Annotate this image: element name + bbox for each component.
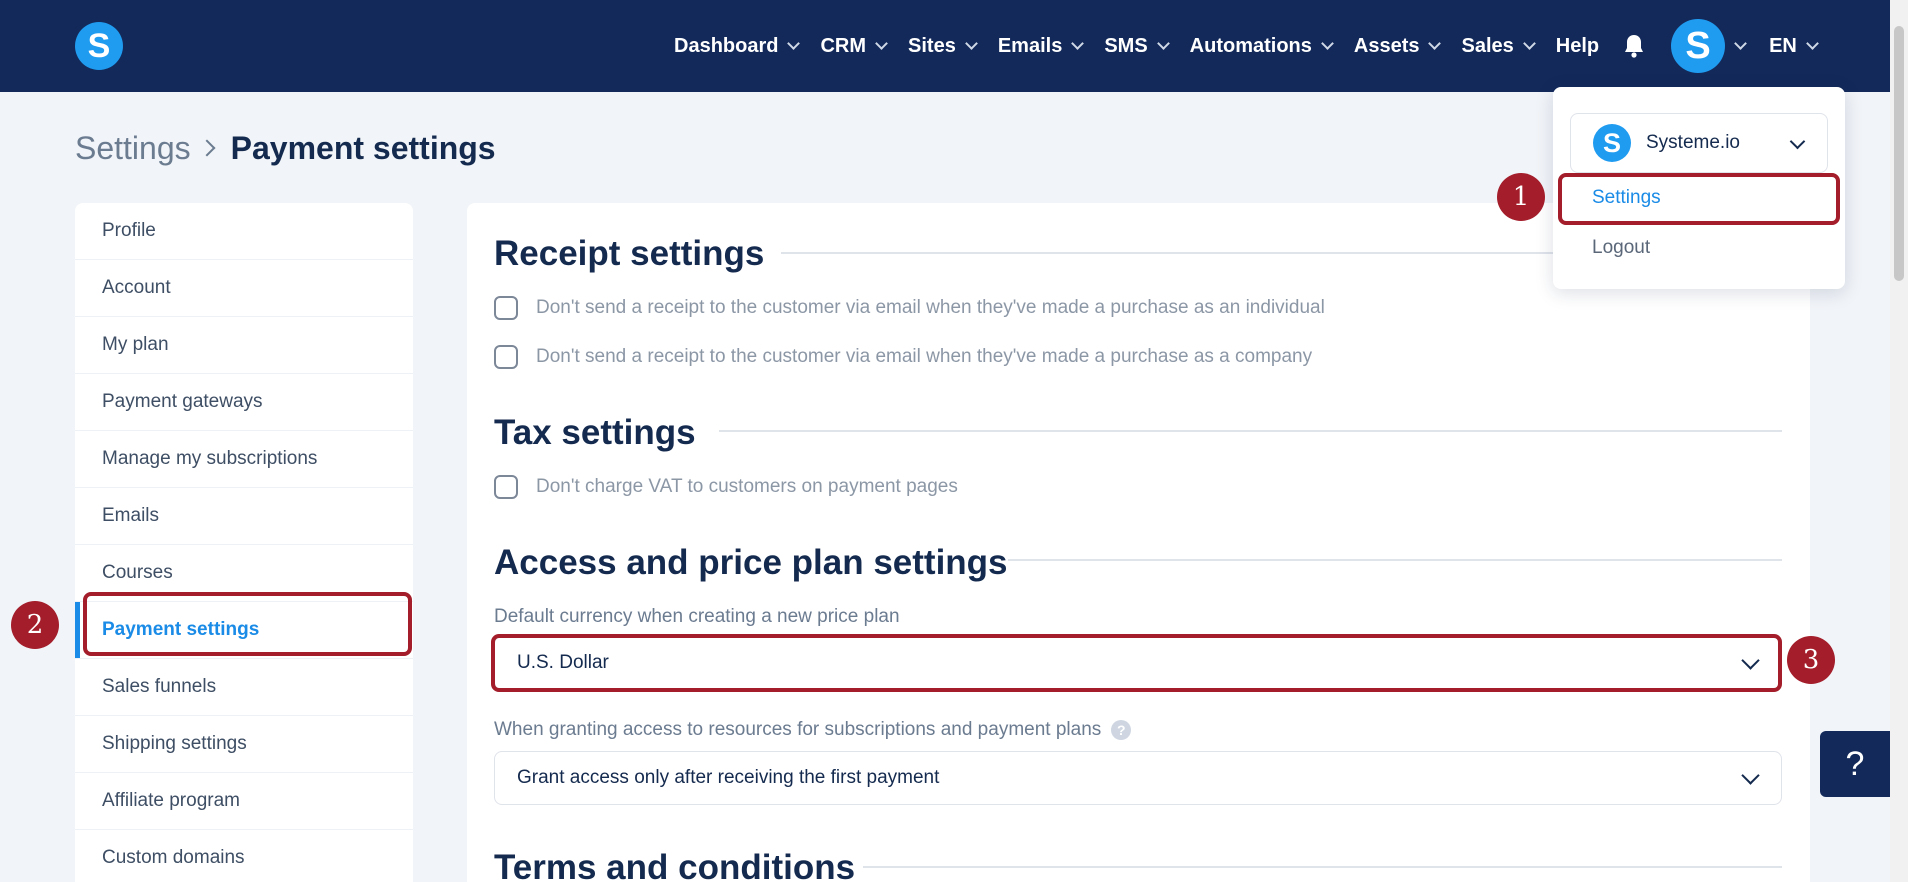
language-label: EN bbox=[1769, 34, 1797, 57]
sidebar-item-account[interactable]: Account bbox=[75, 260, 413, 317]
receipt-company-checkbox[interactable] bbox=[494, 345, 518, 369]
nav-item-emails[interactable]: Emails bbox=[997, 34, 1085, 58]
page-scrollbar[interactable] bbox=[1890, 0, 1908, 882]
nav-item-sites[interactable]: Sites bbox=[908, 34, 978, 58]
grant-access-label: When granting access to resources for su… bbox=[494, 719, 1132, 741]
chevron-down-icon bbox=[787, 37, 801, 50]
highlight-payment-settings bbox=[83, 592, 412, 656]
grant-access-select[interactable]: Grant access only after receiving the fi… bbox=[494, 751, 1782, 805]
divider bbox=[1008, 559, 1782, 561]
nav-item-label: Dashboard bbox=[674, 34, 779, 57]
nav-item-label: SMS bbox=[1104, 34, 1148, 57]
highlight-currency-select bbox=[491, 634, 1782, 692]
workspace-name: Systeme.io bbox=[1646, 132, 1740, 153]
systeme-logo[interactable]: S bbox=[75, 22, 123, 70]
nav-item-sms[interactable]: SMS bbox=[1104, 34, 1170, 58]
chevron-down-icon bbox=[1734, 37, 1747, 50]
nav-item-crm[interactable]: CRM bbox=[820, 34, 888, 58]
sidebar-item-custom-domains[interactable]: Custom domains bbox=[75, 830, 413, 882]
nav-item-label: CRM bbox=[820, 34, 867, 57]
bell-icon[interactable] bbox=[1623, 34, 1645, 58]
receipt-individual-option[interactable]: Don't send a receipt to the customer via… bbox=[494, 296, 1325, 320]
nav-item-label: Sales bbox=[1461, 34, 1514, 57]
top-navigation-bar: S Dashboard CRM Sites Emails SMS Automations A… bbox=[0, 0, 1908, 92]
chevron-down-icon bbox=[875, 37, 888, 50]
chevron-down-icon bbox=[1428, 37, 1442, 50]
sidebar-item-profile[interactable]: Profile bbox=[75, 203, 413, 260]
menu-item-logout[interactable]: Logout bbox=[1592, 237, 1650, 259]
chevron-down-icon bbox=[1789, 133, 1806, 150]
workspace-logo: S bbox=[1593, 124, 1631, 162]
vat-checkbox[interactable] bbox=[494, 475, 518, 499]
chevron-down-icon bbox=[1321, 37, 1334, 50]
workspace-selector[interactable]: S Systeme.io bbox=[1570, 113, 1828, 173]
tax-settings-heading: Tax settings bbox=[494, 413, 696, 452]
scrollbar-thumb[interactable] bbox=[1894, 26, 1904, 281]
nav-item-label: Automations bbox=[1189, 34, 1312, 57]
step-badge-1: 1 bbox=[1497, 173, 1545, 221]
highlight-settings bbox=[1558, 173, 1840, 225]
user-menu-toggle[interactable]: S bbox=[1671, 19, 1747, 73]
grant-access-value: Grant access only after receiving the fi… bbox=[517, 767, 940, 788]
nav-item-label: Emails bbox=[997, 34, 1063, 57]
divider bbox=[863, 866, 1782, 868]
step-badge-2: 2 bbox=[11, 601, 59, 649]
nav-item-assets[interactable]: Assets bbox=[1353, 34, 1442, 58]
nav-item-automations[interactable]: Automations bbox=[1189, 34, 1334, 58]
nav-item-help[interactable]: Help bbox=[1556, 35, 1599, 58]
settings-sidebar: Profile Account My plan Payment gateways Man… bbox=[75, 203, 413, 882]
chevron-down-icon bbox=[1806, 37, 1819, 50]
sidebar-item-emails[interactable]: Emails bbox=[75, 488, 413, 545]
chevron-down-icon bbox=[1071, 37, 1085, 50]
chevron-down-icon bbox=[1741, 766, 1760, 785]
nav-item-dashboard[interactable]: Dashboard bbox=[674, 34, 801, 58]
step-badge-3: 3 bbox=[1787, 636, 1835, 684]
grant-access-label-text: When granting access to resources for su… bbox=[494, 719, 1102, 740]
nav-item-sales[interactable]: Sales bbox=[1461, 34, 1536, 58]
receipt-settings-heading: Receipt settings bbox=[494, 234, 765, 273]
checkbox-label: Don't charge VAT to customers on payment… bbox=[536, 476, 958, 497]
breadcrumb-settings-link[interactable]: Settings bbox=[75, 130, 191, 167]
chevron-down-icon bbox=[964, 37, 978, 50]
language-selector[interactable]: EN bbox=[1769, 34, 1819, 58]
main-nav: Dashboard CRM Sites Emails SMS Automations Ass… bbox=[674, 19, 1819, 73]
sidebar-item-affiliate-program[interactable]: Affiliate program bbox=[75, 773, 413, 830]
sidebar-item-sales-funnels[interactable]: Sales funnels bbox=[75, 659, 413, 716]
chevron-down-icon bbox=[1156, 37, 1170, 50]
question-help-icon[interactable]: ? bbox=[1111, 720, 1132, 740]
avatar[interactable]: S bbox=[1671, 19, 1726, 73]
nav-item-label: Sites bbox=[908, 34, 956, 57]
receipt-individual-checkbox[interactable] bbox=[494, 296, 518, 320]
chevron-down-icon bbox=[1522, 37, 1536, 50]
vat-option[interactable]: Don't charge VAT to customers on payment… bbox=[494, 475, 958, 499]
receipt-company-option[interactable]: Don't send a receipt to the customer via… bbox=[494, 345, 1312, 369]
sidebar-item-shipping-settings[interactable]: Shipping settings bbox=[75, 716, 413, 773]
sidebar-item-payment-gateways[interactable]: Payment gateways bbox=[75, 374, 413, 431]
help-chat-button[interactable]: ? bbox=[1820, 731, 1890, 797]
terms-heading: Terms and conditions bbox=[494, 848, 856, 882]
chevron-right-icon bbox=[198, 139, 216, 157]
breadcrumb: Settings Payment settings bbox=[75, 126, 496, 170]
sidebar-item-manage-my-subscriptions[interactable]: Manage my subscriptions bbox=[75, 431, 413, 488]
checkbox-label: Don't send a receipt to the customer via… bbox=[536, 297, 1325, 318]
nav-item-label: Assets bbox=[1353, 34, 1420, 57]
access-settings-heading: Access and price plan settings bbox=[494, 543, 1008, 582]
divider bbox=[719, 430, 1782, 432]
currency-label: Default currency when creating a new pri… bbox=[494, 606, 900, 627]
page-title: Payment settings bbox=[230, 129, 496, 166]
checkbox-label: Don't send a receipt to the customer via… bbox=[536, 346, 1313, 367]
nav-item-label: Help bbox=[1555, 34, 1600, 57]
sidebar-item-my-plan[interactable]: My plan bbox=[75, 317, 413, 374]
payment-settings-panel: Receipt settings Don't send a receipt to… bbox=[467, 203, 1810, 882]
